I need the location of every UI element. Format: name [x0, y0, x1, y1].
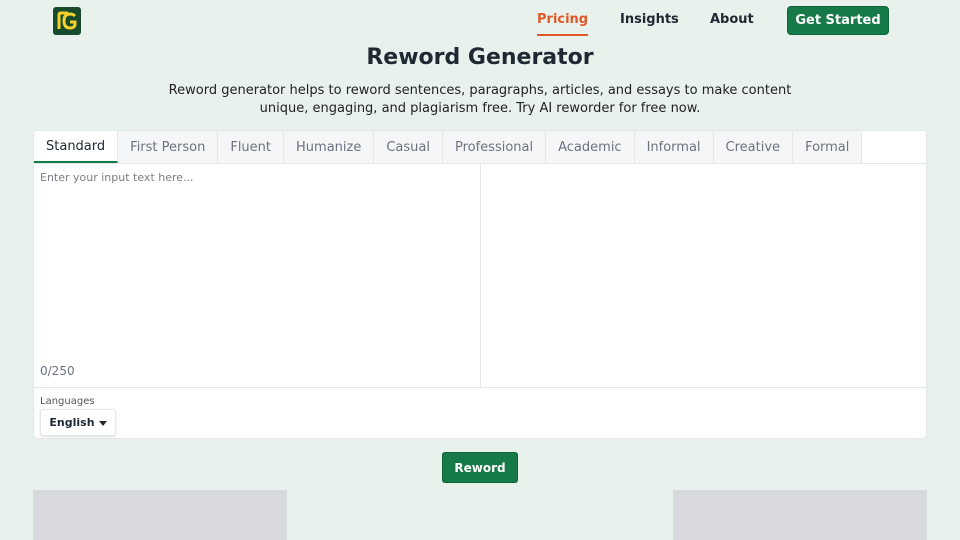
reword-card: Standard First Person Fluent Humanize Ca…	[33, 130, 927, 439]
input-pane: 0/250	[34, 164, 481, 387]
languages-label: Languages	[40, 396, 95, 407]
output-pane	[481, 164, 926, 387]
tab-professional[interactable]: Professional	[442, 131, 547, 163]
tab-humanize[interactable]: Humanize	[284, 131, 375, 163]
tab-formal[interactable]: Formal	[793, 131, 863, 163]
logo[interactable]	[53, 7, 81, 35]
tab-academic[interactable]: Academic	[546, 131, 635, 163]
input-textarea[interactable]	[34, 164, 480, 354]
rg-logo-icon	[57, 11, 77, 30]
get-started-button[interactable]: Get Started	[787, 6, 889, 35]
language-area: Languages English	[34, 387, 926, 438]
tab-fluent[interactable]: Fluent	[218, 131, 285, 163]
page-subtitle: Reword generator helps to reword sentenc…	[168, 83, 792, 116]
nav-pricing[interactable]: Pricing	[537, 12, 589, 36]
nav-insights[interactable]: Insights	[620, 12, 679, 28]
tab-first-person[interactable]: First Person	[118, 131, 219, 163]
mode-tabs: Standard First Person Fluent Humanize Ca…	[34, 131, 926, 164]
tab-creative[interactable]: Creative	[713, 131, 794, 163]
tab-standard[interactable]: Standard	[34, 131, 119, 163]
tab-casual[interactable]: Casual	[374, 131, 443, 163]
tab-informal[interactable]: Informal	[634, 131, 714, 163]
nav-about[interactable]: About	[710, 12, 754, 28]
tabs-spacer	[862, 131, 926, 163]
reword-button[interactable]: Reword	[442, 452, 518, 483]
ad-placeholder-right	[673, 490, 927, 540]
page-title: Reword Generator	[366, 45, 594, 70]
caret-down-icon	[98, 421, 107, 426]
language-selected: English	[49, 416, 95, 429]
char-counter: 0/250	[40, 364, 75, 378]
language-select[interactable]: English	[40, 409, 116, 436]
ad-placeholder-left	[33, 490, 287, 540]
